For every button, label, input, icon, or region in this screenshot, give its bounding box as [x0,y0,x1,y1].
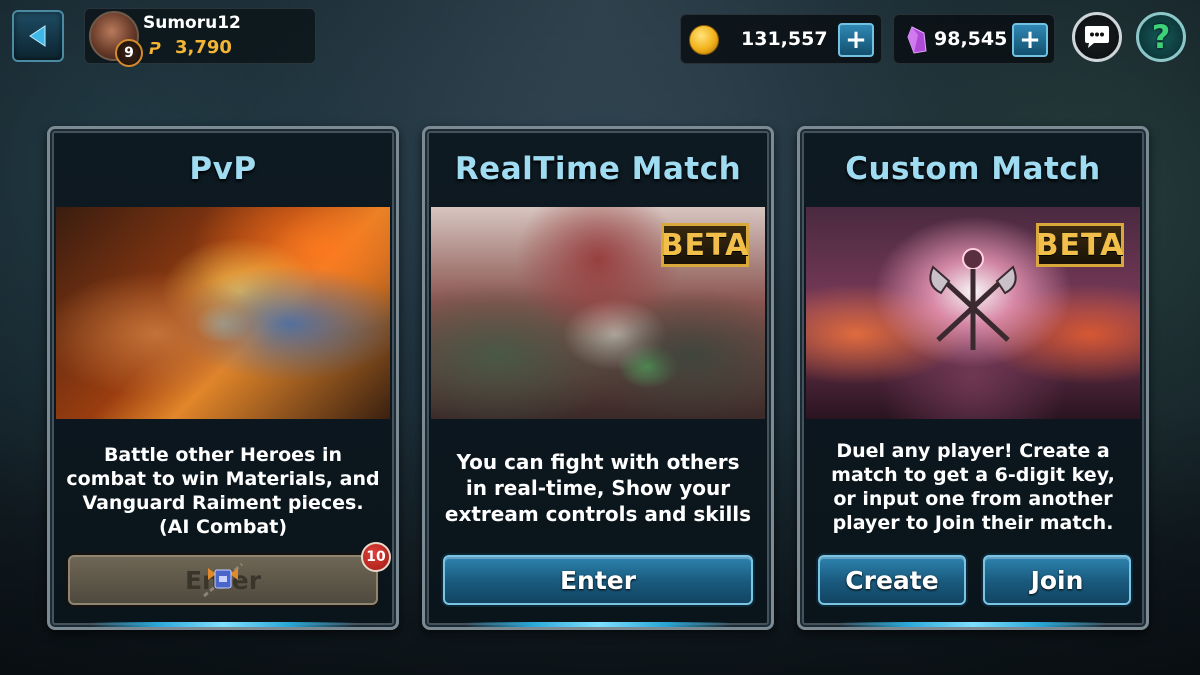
chat-icon [1085,26,1109,48]
realtime-desc-line: extream controls and skills [444,502,752,526]
realtime-desc-line: You can fight with others [456,450,740,474]
coin-icon [689,25,719,55]
username: Sumoru12 [143,13,241,33]
locked-chain-icon [203,562,243,598]
add-gems-button[interactable]: + [1012,23,1048,57]
coins-panel: 131,557 + [680,14,882,64]
gems-panel: 98,545 + [893,14,1055,64]
pvp-artwork [56,207,390,419]
pvp-desc-line: Vanguard Raiment pieces. [82,492,364,514]
custom-desc-line: Duel any player! Create a [836,440,1110,462]
pvp-enter-button[interactable]: Enter [68,555,378,605]
pvp-desc-line: Battle other Heroes in [103,444,343,466]
level-badge: 9 [115,39,143,67]
player-profile[interactable]: 9 Sumoru12 ᕈ 3,790 [84,8,316,67]
join-match-button[interactable]: Join [983,555,1131,605]
realtime-enter-button[interactable]: Enter [443,555,753,605]
points-icon: ᕈ [149,39,161,58]
pvp-desc-line: (AI Combat) [158,516,288,538]
custom-match-card: Custom Match BETA Duel any player! Creat… [797,126,1149,630]
realtime-artwork: BETA [431,207,765,419]
custom-desc-line: player to Join their match. [832,512,1114,534]
attempts-count-badge: 10 [361,542,391,572]
custom-desc-line: or input one from another [833,488,1113,510]
realtime-desc-line: in real-time, Show your [465,476,731,500]
pvp-card: PvP Battle other Heroes in combat to win… [47,126,399,630]
realtime-card: RealTime Match BETA You can fight with o… [422,126,774,630]
pvp-title: PvP [189,151,257,187]
gems-value: 98,545 [934,28,1008,50]
realtime-description: You can fight with others in real-time, … [435,449,761,527]
back-button[interactable] [12,10,64,62]
points-value: 3,790 [175,37,232,58]
custom-title: Custom Match [845,151,1101,187]
crossed-axes-emblem [929,248,1017,351]
pvp-desc-line: combat to win Materials, and [66,468,380,490]
beta-tag: BETA [1036,223,1124,267]
create-match-button[interactable]: Create [818,555,966,605]
help-icon: ? [1151,18,1171,56]
help-button[interactable]: ? [1136,12,1186,62]
beta-tag: BETA [661,223,749,267]
gem-icon [907,26,927,54]
back-arrow-icon [29,25,46,47]
custom-description: Duel any player! Create a match to get a… [810,439,1136,535]
pvp-description: Battle other Heroes in combat to win Mat… [60,443,386,539]
realtime-title: RealTime Match [454,151,742,187]
custom-desc-line: match to get a 6-digit key, [831,464,1115,486]
coins-value: 131,557 [741,28,828,50]
add-coins-button[interactable]: + [838,23,874,57]
custom-artwork: BETA [806,207,1140,419]
chat-button[interactable] [1072,12,1122,62]
